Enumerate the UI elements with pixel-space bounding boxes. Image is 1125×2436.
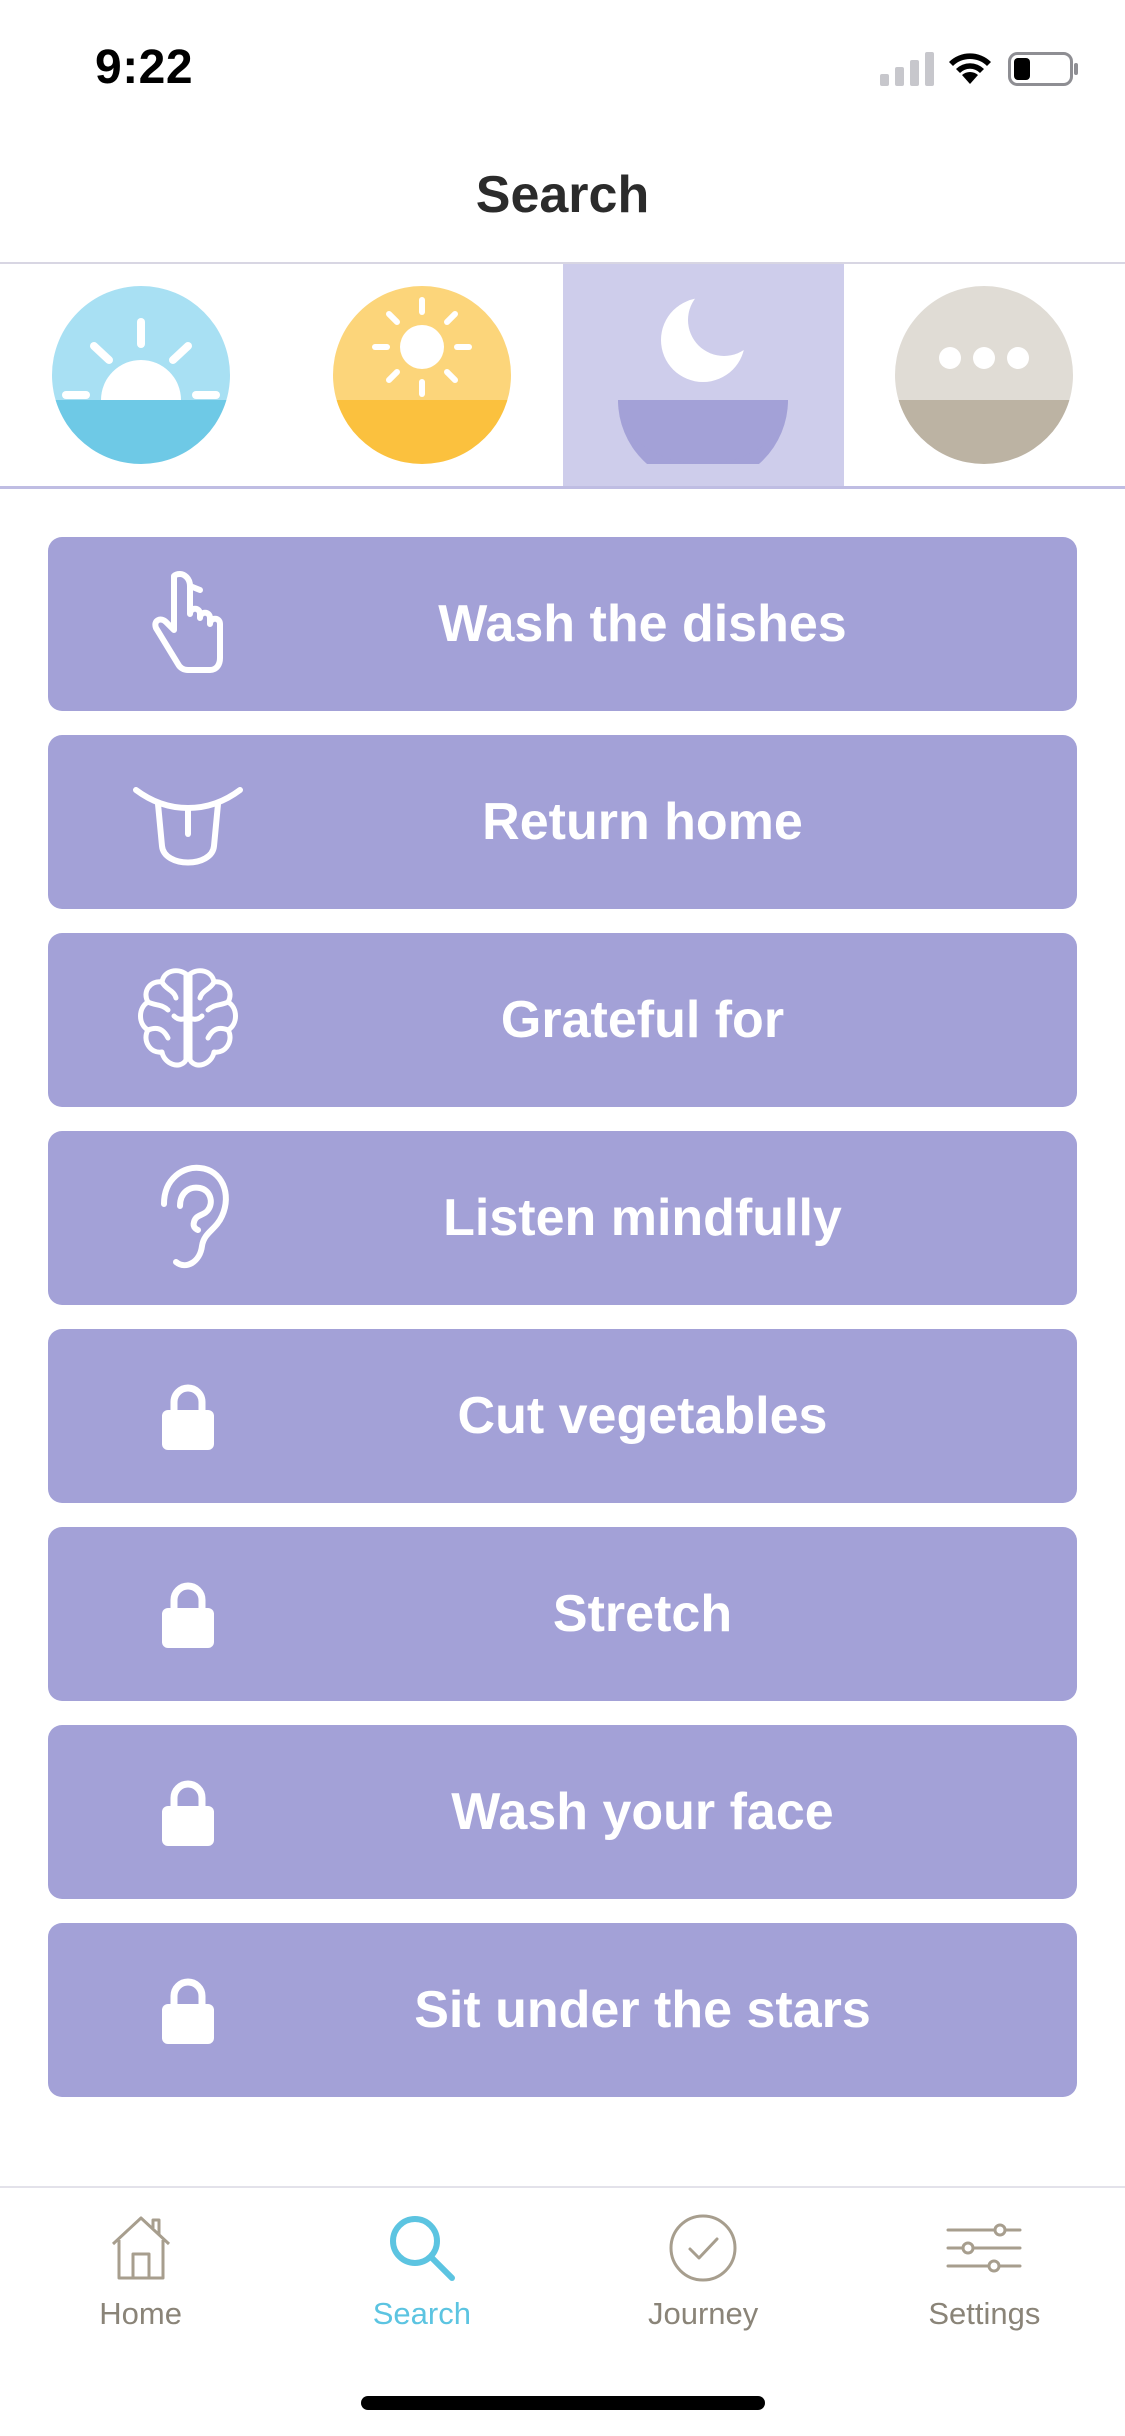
- list-item-wash-your-face[interactable]: Wash your face: [48, 1725, 1077, 1899]
- list-item-stretch[interactable]: Stretch: [48, 1527, 1077, 1701]
- activity-list: Wash the dishes Return home Grateful for…: [48, 537, 1077, 2121]
- ellipsis-icon: [895, 286, 1074, 464]
- tab-journey-label: Journey: [647, 2296, 759, 2331]
- tod-sunrise[interactable]: [0, 264, 281, 486]
- time-of-day-selector: [0, 264, 1125, 486]
- tab-search-label: Search: [372, 2296, 471, 2331]
- status-bar: 9:22: [0, 0, 1125, 132]
- list-item-wash-the-dishes[interactable]: Wash the dishes: [48, 537, 1077, 711]
- list-item-cut-vegetables[interactable]: Cut vegetables: [48, 1329, 1077, 1503]
- tab-journey[interactable]: Journey: [563, 2188, 844, 2368]
- list-item-sit-under-the-stars[interactable]: Sit under the stars: [48, 1923, 1077, 2097]
- list-item-label: Wash the dishes: [438, 595, 847, 653]
- checkmark-circle-icon: [669, 2214, 737, 2282]
- selector-divider: [0, 486, 1125, 489]
- list-item-grateful-for[interactable]: Grateful for: [48, 933, 1077, 1107]
- list-item-label: Return home: [482, 793, 803, 851]
- tab-home[interactable]: Home: [0, 2188, 281, 2368]
- tab-settings-label: Settings: [928, 2296, 1041, 2331]
- list-item-label: Wash your face: [451, 1783, 834, 1841]
- list-item-return-home[interactable]: Return home: [48, 735, 1077, 909]
- tab-bar: Home Search Journey Settings: [0, 2188, 1125, 2368]
- signal-icon: [880, 52, 934, 86]
- moon-icon: [618, 286, 789, 464]
- sunrise-icon: [51, 286, 230, 464]
- search-icon: [389, 2216, 455, 2281]
- list-item-label: Grateful for: [500, 991, 785, 1049]
- list-item-label: Cut vegetables: [457, 1387, 828, 1445]
- tab-home-label: Home: [99, 2296, 182, 2331]
- tod-other[interactable]: [844, 264, 1125, 486]
- tod-day[interactable]: [281, 264, 562, 486]
- tod-night[interactable]: [562, 264, 844, 486]
- list-item-label: Stretch: [552, 1585, 733, 1643]
- status-time: 9:22: [95, 41, 194, 94]
- sun-icon: [332, 286, 511, 464]
- house-icon: [111, 2216, 170, 2280]
- list-item-label: Listen mindfully: [443, 1189, 842, 1247]
- battery-icon: [1008, 52, 1078, 86]
- list-item-listen-mindfully[interactable]: Listen mindfully: [48, 1131, 1077, 1305]
- tab-settings[interactable]: Settings: [844, 2188, 1125, 2368]
- sliders-icon: [946, 2223, 1022, 2273]
- wifi-icon: [949, 53, 991, 84]
- home-indicator[interactable]: [361, 2396, 765, 2410]
- list-item-label: Sit under the stars: [414, 1981, 871, 2039]
- page-title: Search: [475, 166, 650, 224]
- tab-search[interactable]: Search: [281, 2188, 562, 2368]
